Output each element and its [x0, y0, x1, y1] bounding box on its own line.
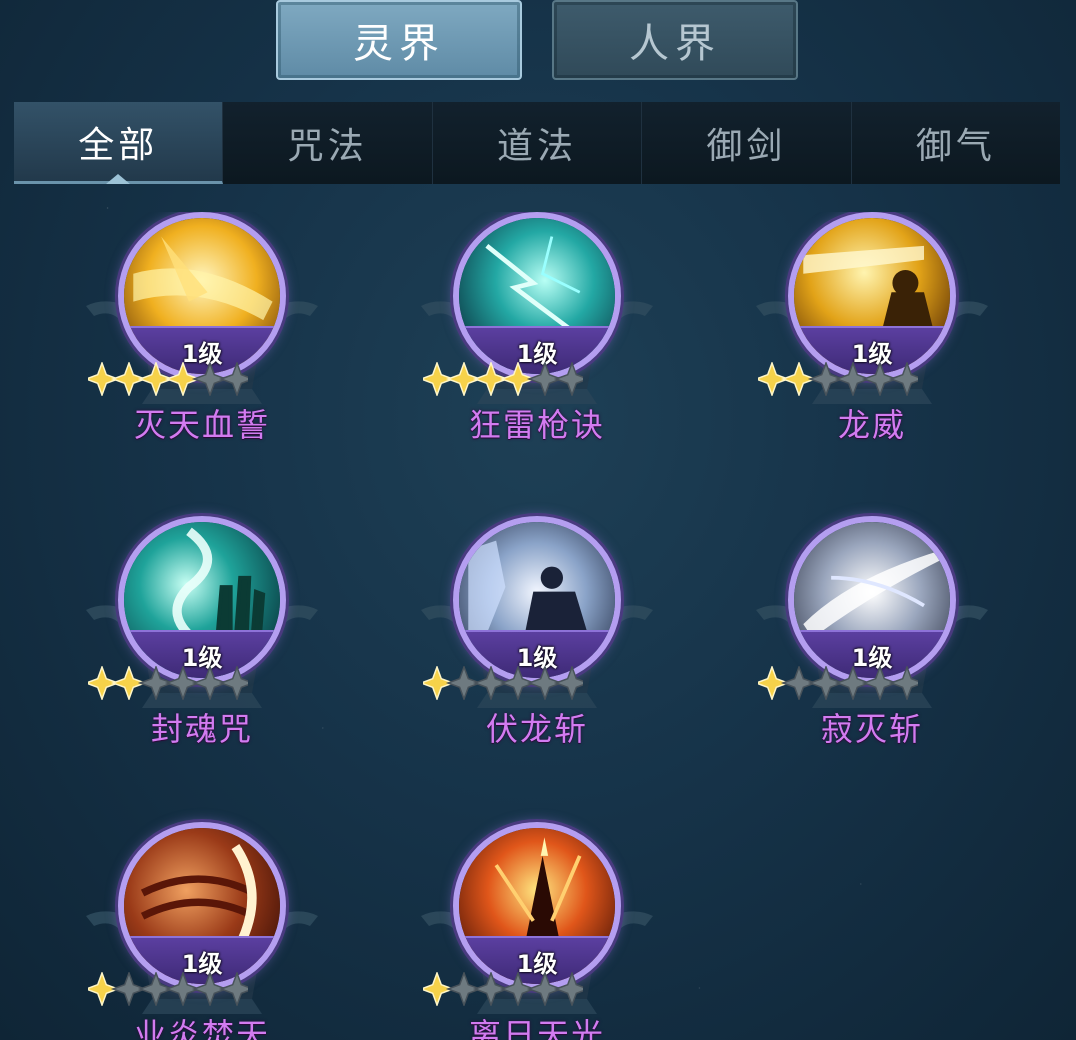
- skill-card[interactable]: 1级灭天血誓: [82, 212, 322, 460]
- star-empty-icon: [218, 362, 248, 396]
- skill-card[interactable]: 1级封魂咒: [82, 516, 322, 764]
- star-empty-icon: [888, 666, 918, 700]
- skill-name: 伏龙斩: [485, 710, 588, 748]
- skill-card[interactable]: 1级伏龙斩: [417, 516, 657, 764]
- star-empty-icon: [888, 362, 918, 396]
- star-rating: [88, 666, 248, 700]
- skill-card[interactable]: 1级离日天光: [417, 822, 657, 1040]
- skill-grid[interactable]: 1级 灭天血誓 1级 狂雷枪诀 1级 龙威 1级 封魂咒 1级 伏龙斩 1级 寂灭斩 1级 业炎焚天 1级离…: [0, 212, 1076, 1040]
- skill-card[interactable]: 1级龙威: [752, 212, 992, 460]
- skill-icon[interactable]: 1级: [453, 516, 621, 684]
- star-rating: [423, 362, 583, 396]
- star-empty-icon: [553, 666, 583, 700]
- skill-name: 离日天光: [468, 1016, 605, 1040]
- star-rating: [423, 666, 583, 700]
- skill-icon[interactable]: 1级: [453, 212, 621, 380]
- category-tab-incantation[interactable]: 咒法: [223, 102, 433, 184]
- skill-icon[interactable]: 1级: [453, 822, 621, 990]
- skill-card[interactable]: 1级狂雷枪诀: [417, 212, 657, 460]
- star-empty-icon: [218, 972, 248, 1006]
- star-rating: [758, 666, 918, 700]
- star-rating: [423, 972, 583, 1006]
- skill-name: 寂灭斩: [820, 710, 923, 748]
- category-tab-qi[interactable]: 御气: [851, 102, 1061, 184]
- skill-icon[interactable]: 1级: [788, 212, 956, 380]
- realm-tab-human[interactable]: 人界: [552, 0, 798, 80]
- skill-icon[interactable]: 1级: [788, 516, 956, 684]
- star-rating: [758, 362, 918, 396]
- skill-name: 封魂咒: [150, 710, 253, 748]
- star-rating: [88, 972, 248, 1006]
- category-tab-sword[interactable]: 御剑: [642, 102, 852, 184]
- skill-name: 灭天血誓: [133, 406, 270, 444]
- category-tab-taoism[interactable]: 道法: [432, 102, 643, 184]
- realm-tab-spirit[interactable]: 灵界: [276, 0, 522, 80]
- star-empty-icon: [553, 972, 583, 1006]
- skill-icon[interactable]: 1级: [118, 212, 286, 380]
- category-tab-all[interactable]: 全部: [14, 102, 224, 184]
- star-empty-icon: [218, 666, 248, 700]
- skill-name: 龙威: [837, 406, 906, 444]
- category-tab-bar: 全部 咒法 道法 御剑 御气: [14, 102, 1061, 184]
- skill-name: 业炎焚天: [133, 1016, 270, 1040]
- skill-name: 狂雷枪诀: [468, 406, 605, 444]
- star-rating: [88, 362, 248, 396]
- skill-card[interactable]: 1级业炎焚天: [82, 822, 322, 1040]
- star-empty-icon: [553, 362, 583, 396]
- skill-card[interactable]: 1级寂灭斩: [752, 516, 992, 764]
- skill-icon[interactable]: 1级: [118, 516, 286, 684]
- skill-icon[interactable]: 1级: [118, 822, 286, 990]
